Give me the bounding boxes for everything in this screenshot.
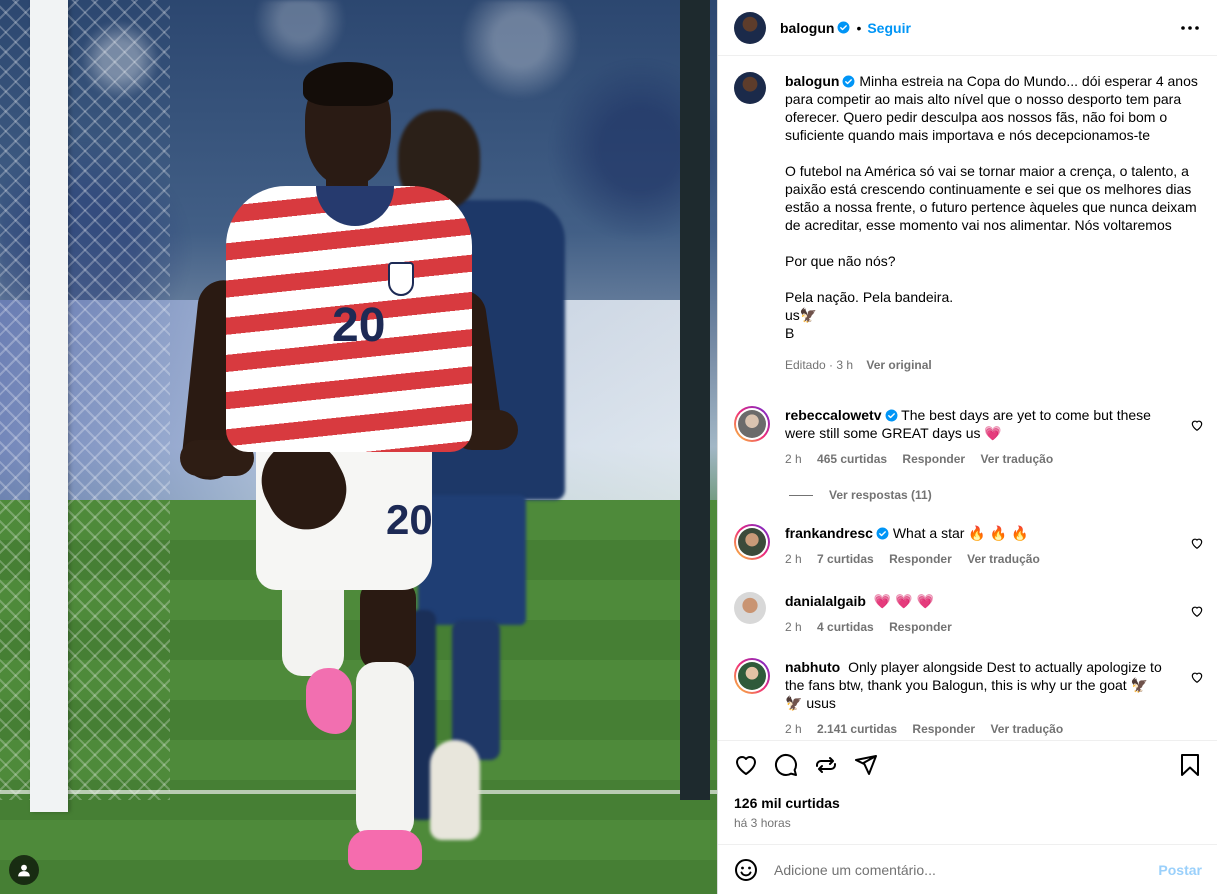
caption-text: B [785, 325, 795, 341]
caption-text: Por que não nós? [785, 253, 896, 269]
action-icons [734, 753, 878, 777]
player-sock [356, 662, 414, 840]
heart-icon[interactable] [1190, 670, 1204, 684]
usa-crest [388, 262, 414, 296]
post-comment-button[interactable]: Postar [1158, 862, 1202, 878]
comment-meta: 2 h 465 curtidas Responder Ver tradução [785, 450, 1165, 468]
share-icon[interactable] [814, 753, 838, 777]
avatar[interactable] [734, 11, 766, 44]
edited-time: Editado · 3 h [785, 358, 854, 372]
separator-dot: • [856, 19, 862, 36]
comment-icon[interactable] [774, 753, 798, 777]
avatar [738, 662, 766, 690]
comment-text: What a star 🔥 🔥 🔥 [892, 525, 1029, 541]
comment-meta: 2 h 7 curtidas Responder Ver tradução [785, 550, 1165, 568]
view-replies-label: Ver respostas (11) [829, 488, 932, 502]
avatar [738, 410, 766, 438]
comment-username[interactable]: danialalgaib [785, 593, 866, 609]
comment-time: 2 h [785, 722, 802, 736]
photo-goal-net [0, 0, 170, 800]
opponent-shorts [418, 495, 526, 625]
avatar [738, 528, 766, 556]
avatar-story-ring[interactable] [734, 658, 770, 694]
comment-meta: 2 h 2.141 curtidas Responder Ver traduçã… [785, 720, 1165, 738]
comment-likes[interactable]: 7 curtidas [817, 552, 874, 566]
comment-meta: 2 h 4 curtidas Responder [785, 618, 1165, 636]
caption-text: us🦅 [785, 307, 818, 323]
caption-meta: Editado · 3 h Ver original [785, 356, 1205, 374]
emoji-icon[interactable] [734, 858, 758, 882]
translate-link[interactable]: Ver tradução [967, 552, 1040, 566]
post-header: balogun • Seguir [718, 0, 1217, 56]
heart-icon[interactable] [734, 753, 758, 777]
author-username[interactable]: balogun [780, 20, 834, 36]
comment-body: rebeccalowetv The best days are yet to c… [785, 406, 1165, 468]
more-options-icon[interactable] [1178, 16, 1202, 40]
photo-pole [680, 0, 710, 800]
player-shoe [306, 668, 352, 734]
caption-text: O futebol na América só vai se tornar ma… [785, 163, 1197, 233]
photo-goal-post [30, 0, 68, 812]
caption-text: Pela nação. Pela bandeira. [785, 289, 954, 305]
likes-count[interactable]: 126 mil curtidas [734, 795, 840, 811]
heart-icon[interactable] [1190, 604, 1204, 618]
verified-badge-icon [842, 75, 855, 88]
player-leg [360, 580, 416, 670]
comment-time: 2 h [785, 452, 802, 466]
user-icon [18, 864, 30, 877]
comment-text: Only player alongside Dest to actually a… [785, 659, 1162, 711]
avatar-story-ring[interactable] [734, 406, 770, 442]
post-actions: 126 mil curtidas há 3 horas [718, 740, 1217, 840]
caption-username[interactable]: balogun [785, 73, 839, 89]
comment-username[interactable]: rebeccalowetv [785, 407, 882, 423]
post-side-panel: balogun • Seguir balogun Minha estreia n… [717, 0, 1217, 894]
replies-line [789, 494, 813, 496]
follow-button[interactable]: Seguir [867, 20, 911, 36]
player-hair [303, 62, 393, 106]
reply-button[interactable]: Responder [889, 552, 952, 566]
comment-input[interactable] [774, 861, 1159, 878]
verified-badge-icon [837, 21, 850, 34]
avatar[interactable] [734, 592, 766, 624]
comment-username[interactable]: nabhuto [785, 659, 840, 675]
shorts-number: 20 [386, 496, 433, 543]
header-user: balogun • Seguir [780, 20, 911, 36]
send-icon[interactable] [854, 753, 878, 777]
heart-icon[interactable] [1190, 536, 1204, 550]
view-replies-button[interactable]: Ver respostas (11) [789, 488, 932, 502]
comment-time: 2 h [785, 552, 802, 566]
comment-text: 💗 💗 💗 [873, 593, 934, 609]
instagram-post-modal: 20 20 balogun • Seguir balogun Minha est… [0, 0, 1217, 894]
avatar-story-ring[interactable] [734, 524, 770, 560]
bookmark-icon[interactable] [1178, 753, 1202, 777]
translate-link[interactable]: Ver tradução [990, 722, 1063, 736]
opponent-shoe [430, 740, 480, 840]
post-photo[interactable]: 20 20 [0, 0, 717, 894]
opponent-leg [452, 620, 500, 760]
tagged-users-button[interactable] [9, 855, 39, 885]
player-shoe [348, 830, 422, 870]
comment-body: frankandresc What a star 🔥 🔥 🔥 2 h 7 cur… [785, 524, 1165, 568]
heart-icon[interactable] [1190, 418, 1204, 432]
verified-badge-icon [885, 409, 897, 422]
post-time: há 3 horas [734, 816, 791, 830]
comment-username[interactable]: frankandresc [785, 525, 873, 541]
reply-button[interactable]: Responder [912, 722, 975, 736]
avatar[interactable] [734, 72, 766, 104]
comments-scroll-area[interactable]: balogun Minha estreia na Copa do Mundo..… [718, 56, 1217, 740]
comment-body: nabhuto Only player alongside Dest to ac… [785, 658, 1165, 738]
comment-likes[interactable]: 4 curtidas [817, 620, 874, 634]
comment-likes[interactable]: 2.141 curtidas [817, 722, 897, 736]
reply-button[interactable]: Responder [889, 620, 952, 634]
see-original-link[interactable]: Ver original [866, 358, 931, 372]
verified-badge-icon [876, 527, 889, 540]
translate-link[interactable]: Ver tradução [980, 452, 1053, 466]
reply-button[interactable]: Responder [902, 452, 965, 466]
comment-time: 2 h [785, 620, 802, 634]
add-comment-bar: Postar [718, 844, 1217, 894]
comment-body: danialalgaib 💗 💗 💗 2 h 4 curtidas Respon… [785, 592, 1165, 636]
comment-likes[interactable]: 465 curtidas [817, 452, 887, 466]
shirt-number: 20 [332, 299, 386, 352]
